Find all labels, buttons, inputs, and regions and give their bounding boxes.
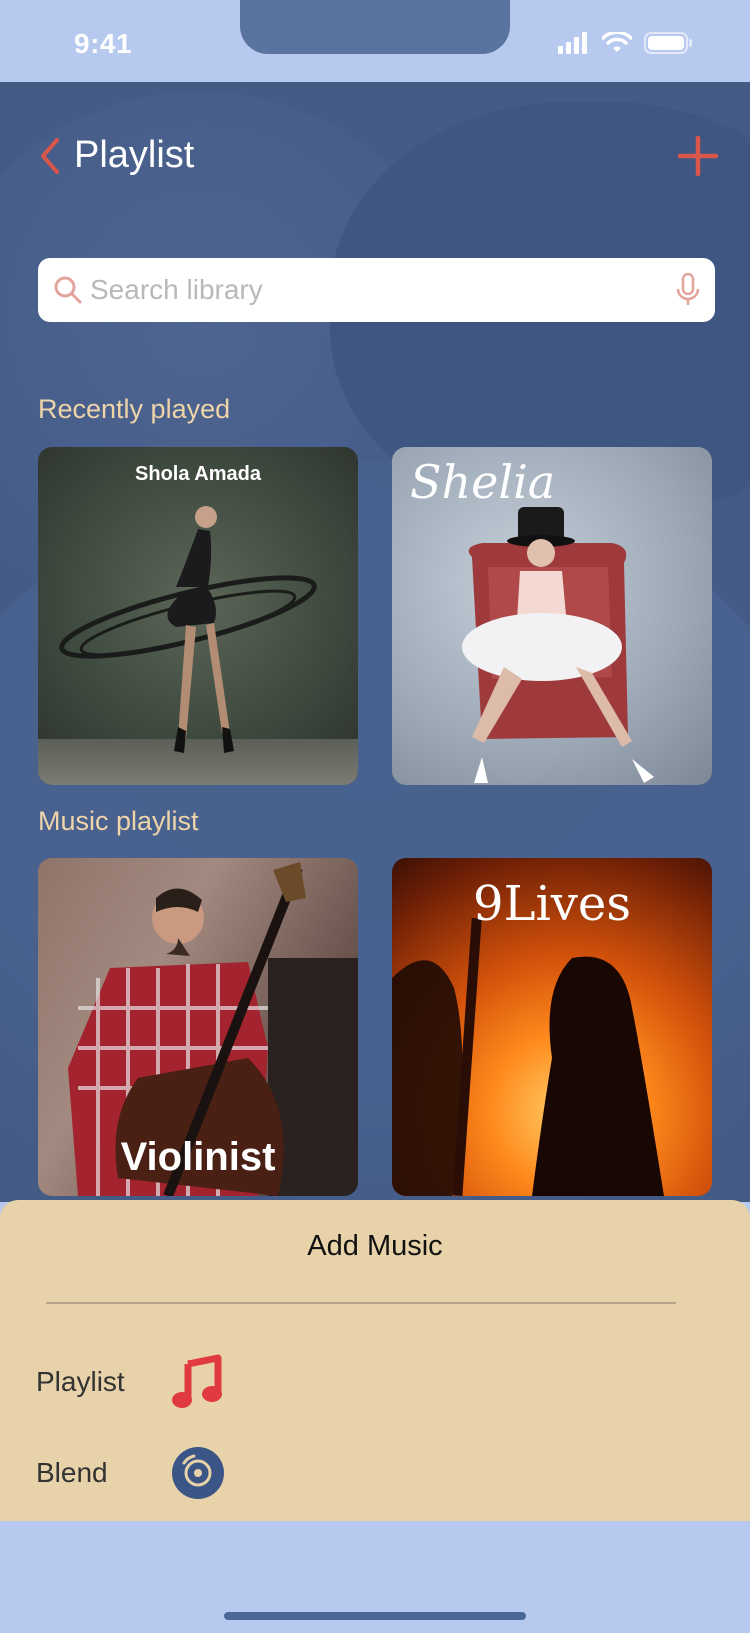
status-bar: 9:41: [0, 0, 750, 82]
divider: [46, 1302, 676, 1304]
main-content: Playlist Recently played: [0, 82, 750, 1202]
plus-icon: [677, 135, 719, 177]
home-indicator[interactable]: [224, 1612, 526, 1620]
cellular-signal-icon: [558, 32, 587, 54]
vinyl-disc-icon: [172, 1447, 224, 1499]
playlist-card-9lives[interactable]: 9Lives: [392, 858, 712, 1196]
header: Playlist: [0, 126, 750, 186]
playlist-card-shola-amada[interactable]: Shola Amada: [38, 447, 358, 785]
notch: [240, 0, 510, 54]
add-blend-option[interactable]: Blend: [36, 1443, 336, 1503]
music-note-icon: [172, 1354, 222, 1408]
option-label: Playlist: [36, 1366, 125, 1397]
section-label-recently-played: Recently played: [38, 394, 231, 424]
microphone-icon[interactable]: [673, 272, 703, 308]
search-bar[interactable]: [38, 258, 715, 322]
search-input[interactable]: [90, 268, 650, 312]
sheet-title: Add Music: [307, 1230, 443, 1262]
card-caption: Violinist: [120, 1135, 276, 1179]
add-music-sheet: Add Music Playlist Blend: [0, 1200, 750, 1521]
battery-icon: [644, 32, 692, 54]
add-playlist-option[interactable]: Playlist: [36, 1352, 336, 1412]
search-icon: [54, 276, 82, 304]
card-caption: Shola Amada: [135, 463, 261, 485]
back-button[interactable]: [30, 126, 70, 186]
playlist-card-shelia[interactable]: Shelia: [392, 447, 712, 785]
status-time: 9:41: [74, 28, 133, 59]
option-label: Blend: [36, 1457, 108, 1488]
chevron-left-icon: [41, 138, 59, 174]
page-title: Playlist: [74, 134, 195, 176]
add-button[interactable]: [674, 132, 722, 180]
wifi-icon: [602, 32, 632, 52]
card-caption: Shelia: [410, 455, 556, 509]
card-caption: 9Lives: [473, 876, 631, 932]
playlist-card-violinist[interactable]: Violinist: [38, 858, 358, 1196]
status-icons: [558, 32, 692, 54]
section-label-music-playlist: Music playlist: [38, 806, 199, 836]
ballerina-image: [59, 506, 317, 753]
